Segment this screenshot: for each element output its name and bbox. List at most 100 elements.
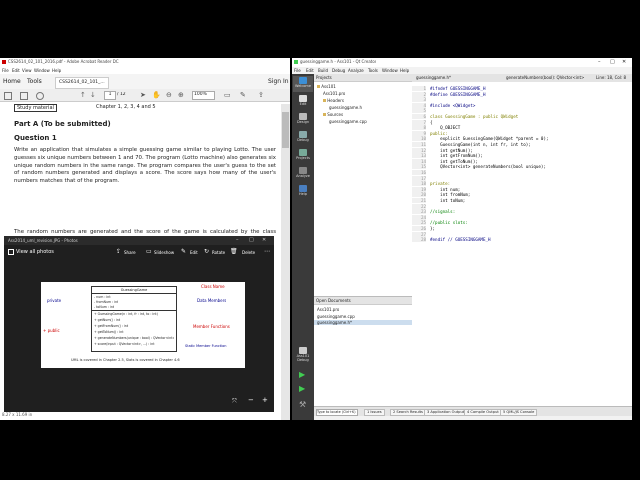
tree-source-file[interactable]: guessinggame.cpp xyxy=(329,119,367,124)
uml-member: - toNum : int xyxy=(94,305,115,309)
photo-image: GuessingGame - num : int - fromNum : int… xyxy=(41,282,245,368)
uml-function: + score(input : QVector<int>, ...) : int xyxy=(94,342,155,346)
class-name-label: Class Name xyxy=(201,284,225,289)
status-tab-search[interactable]: 2 Search Results xyxy=(390,409,426,416)
fullscreen-icon[interactable]: ⤧ xyxy=(232,398,237,406)
uml-function: + getToNum() : int xyxy=(94,330,124,334)
gallery-icon[interactable] xyxy=(8,249,14,255)
menu-analyze[interactable]: Analyze xyxy=(348,68,364,73)
tree-sources[interactable]: Sources xyxy=(323,112,343,117)
build-icon[interactable]: ⚒ xyxy=(299,400,306,409)
code-text: int getNum(); xyxy=(430,147,473,153)
editor-file-tab[interactable]: guessinggame.h* xyxy=(416,75,451,80)
tab-tools[interactable]: Tools xyxy=(27,78,42,85)
menu-file[interactable]: File xyxy=(2,68,9,73)
status-tab-app-output[interactable]: 3 Application Output xyxy=(424,409,468,416)
editor-symbol-select[interactable]: generateNumbers(bool): QVector<int> xyxy=(506,75,584,80)
mode-edit[interactable]: Edit xyxy=(293,94,313,110)
rotate-button[interactable]: Rotate xyxy=(212,250,225,255)
tab-document[interactable]: CSS2614_02_101_... xyxy=(55,77,109,89)
cursor-tool-icon[interactable]: ➤ xyxy=(140,91,146,99)
mode-design[interactable]: Design xyxy=(293,112,313,128)
line-number: 1 xyxy=(412,86,426,91)
locator-input[interactable]: Type to locate (Ctrl+K) xyxy=(316,409,358,416)
menu-help[interactable]: Help xyxy=(400,68,409,73)
tree-pro-file[interactable]: Ass101.pro xyxy=(323,91,345,96)
run-icon[interactable]: ▶ xyxy=(299,370,305,379)
mode-projects[interactable]: Projects xyxy=(293,148,313,164)
maximize-icon[interactable]: □ xyxy=(249,237,254,243)
slideshow-button[interactable]: Slideshow xyxy=(154,250,174,255)
code-text: { xyxy=(430,119,433,125)
zoom-out-icon[interactable]: ⊖ xyxy=(166,91,172,99)
minimize-icon[interactable]: – xyxy=(598,59,601,65)
tree-header-file[interactable]: guessinggame.h xyxy=(329,105,362,110)
mode-help[interactable]: Help xyxy=(293,184,313,200)
share-button[interactable]: Share xyxy=(124,250,136,255)
debug-run-icon[interactable]: ▶ xyxy=(299,384,305,393)
menu-view[interactable]: View xyxy=(22,68,32,73)
code-text: int num; xyxy=(430,186,461,192)
line-number: 6 xyxy=(412,114,426,119)
close-icon[interactable]: ✕ xyxy=(622,59,626,65)
tree-headers[interactable]: Headers xyxy=(323,98,344,103)
menu-debug[interactable]: Debug xyxy=(332,68,345,73)
menu-file[interactable]: File xyxy=(294,68,301,73)
open-doc-item[interactable]: Ass101.pro xyxy=(317,307,339,312)
scroll-thumb[interactable] xyxy=(282,112,289,148)
question-paragraph: Write an application that simulates a si… xyxy=(14,147,276,185)
prev-page-icon[interactable]: ↑ xyxy=(80,91,86,99)
delete-button[interactable]: Delete xyxy=(242,250,255,255)
save-icon[interactable] xyxy=(4,92,12,100)
next-page-icon[interactable]: ↓ xyxy=(90,91,96,99)
menu-edit[interactable]: Edit xyxy=(306,68,314,73)
minimize-icon[interactable]: – xyxy=(236,237,239,243)
maximize-icon[interactable]: □ xyxy=(610,59,615,65)
qt-menubar: File Edit Build Debug Analyze Tools Wind… xyxy=(292,67,632,74)
search-icon[interactable] xyxy=(36,92,44,100)
kit-selector[interactable]: Ass101 Debug xyxy=(293,346,313,364)
projects-pane: Projects Ass101 Ass101.pro Headers guess… xyxy=(314,74,413,296)
menu-window[interactable]: Window xyxy=(382,68,398,73)
status-tab-qml[interactable]: 5 QML/JS Console xyxy=(500,409,538,416)
more-icon[interactable]: ⋯ xyxy=(264,248,270,255)
open-doc-item[interactable]: guessinggame.cpp xyxy=(317,314,355,319)
edit-button[interactable]: Edit xyxy=(190,250,198,255)
menu-help[interactable]: Help xyxy=(52,68,61,73)
page-number-input[interactable]: 1 xyxy=(104,91,116,100)
line-number: 17 xyxy=(412,175,426,181)
code-text: int getToNum(); xyxy=(430,158,478,164)
mode-welcome[interactable]: Welcome xyxy=(293,76,313,92)
sign-in-link[interactable]: Sign In xyxy=(268,78,289,85)
close-icon[interactable]: ✕ xyxy=(262,237,266,243)
view-all-photos-link[interactable]: View all photos xyxy=(16,249,54,255)
menu-build[interactable]: Build xyxy=(318,68,328,73)
tab-home[interactable]: Home xyxy=(3,78,21,85)
zoom-in-icon[interactable]: ⊕ xyxy=(178,91,184,99)
pdf-scrollbar[interactable] xyxy=(281,104,290,420)
line-number: 15 xyxy=(412,164,426,170)
menu-tools[interactable]: Tools xyxy=(368,68,378,73)
status-tab-issues[interactable]: 1 Issues xyxy=(364,409,385,416)
tree-project[interactable]: Ass101 xyxy=(317,84,336,89)
qt-mode-sidebar: Welcome Edit Design Debug Projects Analy… xyxy=(292,74,314,420)
code-editor[interactable]: 1 #ifndef GUESSINGGAME_H 2 #define GUESSING… xyxy=(412,82,632,406)
comment-icon[interactable]: ✎ xyxy=(240,91,246,99)
open-doc-item-active[interactable]: guessinggame.h* xyxy=(314,320,412,325)
hand-tool-icon[interactable]: ✋ xyxy=(152,91,161,99)
zoom-out-button[interactable]: − xyxy=(248,396,254,404)
mode-debug[interactable]: Debug xyxy=(293,130,313,146)
menu-window[interactable]: Window xyxy=(34,68,50,73)
zoom-in-button[interactable]: + xyxy=(262,396,268,404)
share-icon[interactable]: ⇪ xyxy=(258,91,264,99)
status-tab-compile[interactable]: 4 Compile Output xyxy=(464,409,502,416)
uml-function: + getNum() : int xyxy=(94,318,121,322)
mode-analyze[interactable]: Analyze xyxy=(293,166,313,182)
menu-edit[interactable]: Edit xyxy=(12,68,20,73)
zoom-select[interactable]: 100% xyxy=(192,91,215,100)
fit-page-icon[interactable]: ▭ xyxy=(224,91,231,99)
help-icon xyxy=(299,185,307,192)
print-icon[interactable] xyxy=(20,92,28,100)
delete-icon: 🗑 xyxy=(230,248,238,255)
code-text: #ifndef GUESSINGGAME_H xyxy=(430,86,486,91)
